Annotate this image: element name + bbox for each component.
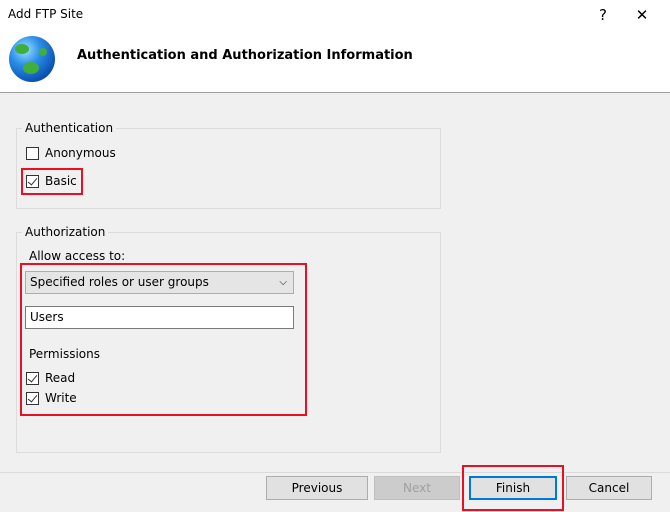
header-area — [0, 0, 670, 93]
help-button[interactable]: ? — [583, 2, 623, 28]
chevron-down-icon: ⌵ — [279, 277, 287, 288]
write-checkbox[interactable] — [26, 392, 39, 405]
globe-icon — [9, 36, 55, 82]
basic-label: Basic — [45, 174, 77, 188]
window-title: Add FTP Site — [8, 7, 84, 21]
footer-divider — [0, 472, 670, 473]
finish-button[interactable]: Finish — [469, 476, 557, 500]
write-label: Write — [45, 391, 77, 405]
authorization-legend: Authorization — [22, 225, 109, 239]
read-label: Read — [45, 371, 76, 385]
basic-checkbox[interactable] — [26, 175, 39, 188]
page-title: Authentication and Authorization Informa… — [77, 48, 413, 63]
read-checkbox[interactable] — [26, 372, 39, 385]
dropdown-value: Specified roles or user groups — [30, 275, 209, 289]
close-button[interactable]: ✕ — [622, 2, 662, 28]
permissions-label: Permissions — [29, 347, 100, 361]
anonymous-label: Anonymous — [45, 146, 116, 160]
previous-button[interactable]: Previous — [266, 476, 368, 500]
anonymous-checkbox[interactable] — [26, 147, 39, 160]
cancel-button[interactable]: Cancel — [566, 476, 652, 500]
allow-access-label: Allow access to: — [29, 249, 126, 263]
authentication-legend: Authentication — [22, 121, 117, 135]
users-input[interactable]: Users — [25, 306, 294, 329]
next-button[interactable]: Next — [374, 476, 460, 500]
allow-access-dropdown[interactable]: Specified roles or user groups ⌵ — [25, 271, 294, 294]
